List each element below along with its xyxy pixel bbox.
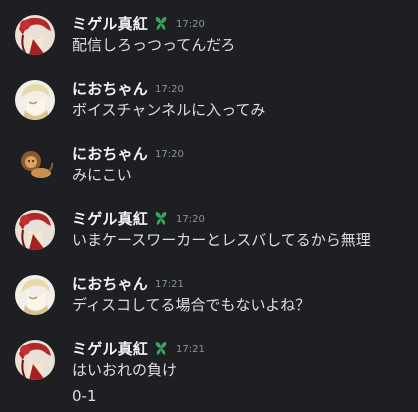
message-header: ミゲル真紅 17:21 xyxy=(72,338,205,358)
message-header: におちゃん 17:21 xyxy=(72,273,184,293)
message-timestamp[interactable]: 17:20 xyxy=(155,84,184,95)
username[interactable]: ミゲル真紅 xyxy=(72,338,148,359)
chat-message-list: ミゲル真紅 17:20 配信しろっつってんだろ におちゃん 17:20 ボイスチ… xyxy=(0,0,418,412)
blonde-character-avatar-icon[interactable] xyxy=(15,275,55,315)
message-text: ディスコしてる場合でもないよね？ xyxy=(72,296,311,314)
message-timestamp[interactable]: 17:20 xyxy=(155,149,184,160)
red-haired-character-avatar-icon[interactable] xyxy=(15,210,55,250)
blonde-character-avatar-icon[interactable] xyxy=(15,80,55,120)
username[interactable]: におちゃん xyxy=(72,143,148,164)
green-leaf-badge-icon[interactable] xyxy=(153,340,169,356)
username[interactable]: におちゃん xyxy=(72,78,148,99)
message-timestamp[interactable]: 17:20 xyxy=(176,19,205,30)
green-leaf-badge-icon[interactable] xyxy=(153,15,169,31)
message-timestamp[interactable]: 17:21 xyxy=(176,344,205,355)
green-leaf-badge-icon[interactable] xyxy=(153,210,169,226)
username[interactable]: ミゲル真紅 xyxy=(72,208,148,229)
message-text: ボイスチャンネルに入ってみ xyxy=(72,101,266,119)
message-text: いまケースワーカーとレスバしてるから無理 xyxy=(72,231,371,249)
message-text: はいおれの負け xyxy=(72,361,178,379)
username[interactable]: におちゃん xyxy=(72,273,148,294)
message-text: みにこい xyxy=(72,166,132,184)
message-timestamp[interactable]: 17:21 xyxy=(155,279,184,290)
message-text: 配信しろっつってんだろ xyxy=(72,36,236,54)
message-text: 0-1 xyxy=(72,387,97,405)
red-haired-character-avatar-icon[interactable] xyxy=(15,15,55,55)
message-header: ミゲル真紅 17:20 xyxy=(72,13,205,33)
message-header: におちゃん 17:20 xyxy=(72,143,184,163)
red-haired-character-avatar-icon[interactable] xyxy=(15,340,55,380)
message-header: におちゃん 17:20 xyxy=(72,78,184,98)
username[interactable]: ミゲル真紅 xyxy=(72,13,148,34)
message-header: ミゲル真紅 17:20 xyxy=(72,208,205,228)
lion-avatar-icon[interactable] xyxy=(15,145,55,185)
message-timestamp[interactable]: 17:20 xyxy=(176,214,205,225)
